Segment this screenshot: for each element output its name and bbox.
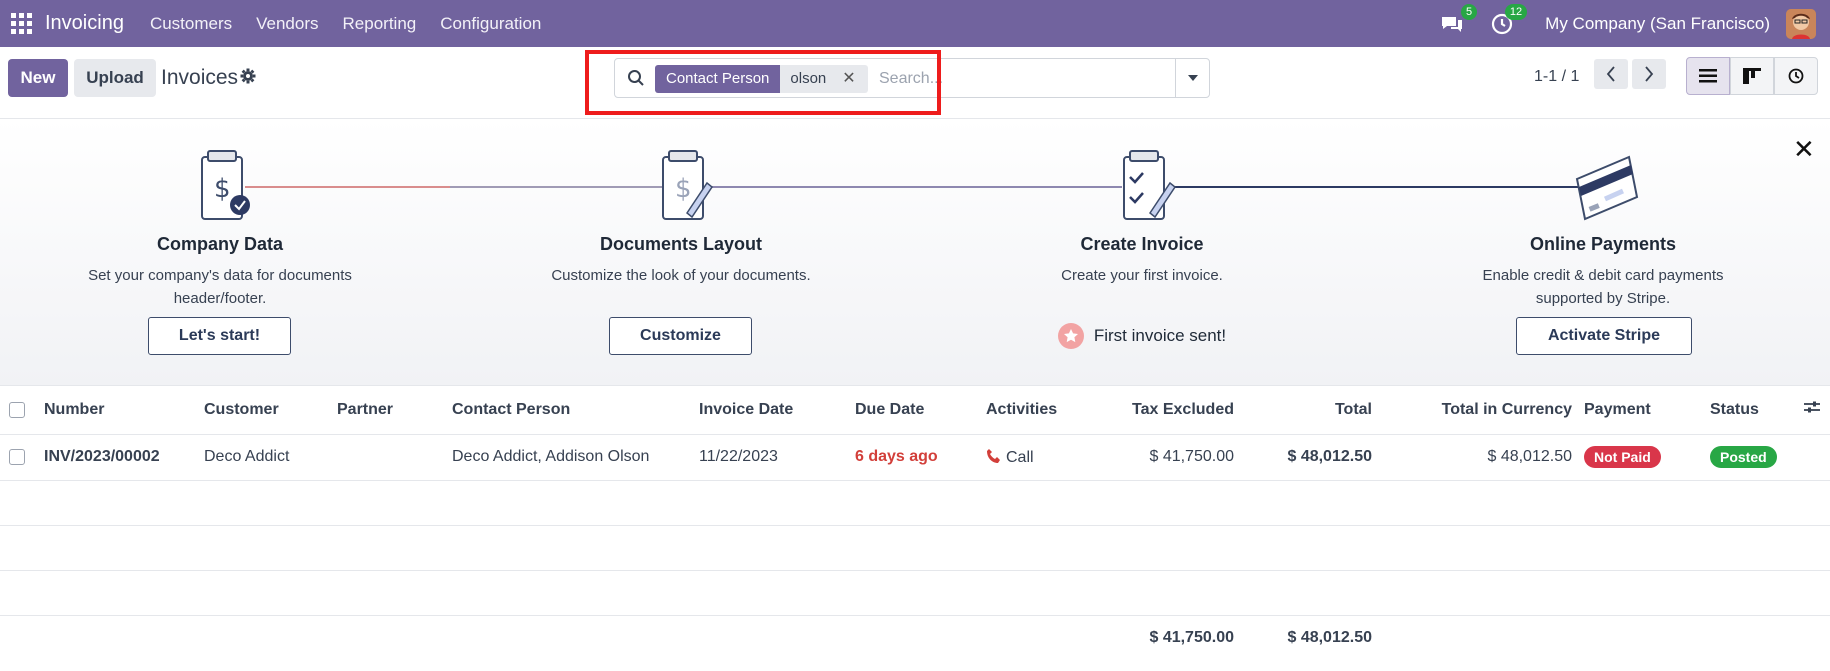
row-checkbox[interactable] [9,448,25,465]
progress-connector [245,186,450,188]
empty-row [0,525,1830,571]
messages-count-badge: 5 [1461,3,1478,20]
app-name[interactable]: Invoicing [45,12,124,35]
menu-reporting[interactable]: Reporting [343,14,417,34]
step-title: Online Payments [1529,234,1677,254]
cell-due-date: 6 days ago [849,434,980,481]
pager-value[interactable]: 1-1 / 1 [1534,68,1579,86]
cell-tax-excluded: $ 41,750.00 [1092,434,1240,481]
column-header-activities[interactable]: Activities [980,386,1092,435]
menu-vendors[interactable]: Vendors [256,14,318,34]
page-title: Invoices [161,66,239,89]
column-header-status[interactable]: Status [1704,386,1804,435]
progress-connector [450,186,667,188]
gear-icon[interactable] [240,68,256,89]
cell-status: Posted [1704,434,1804,481]
kanban-icon [1743,68,1761,84]
cell-total: $ 48,012.50 [1240,434,1378,481]
lets-start-button[interactable]: Let's start! [148,317,291,355]
company-switcher[interactable]: My Company (San Francisco) [1545,14,1770,34]
column-header-total-in-currency[interactable]: Total in Currency [1378,386,1578,435]
column-header-number[interactable]: Number [38,386,198,435]
step-description: Create your first invoice. [1061,267,1223,284]
progress-connector [710,186,1122,188]
column-header-partner[interactable]: Partner [331,386,446,435]
new-button[interactable]: New [8,59,68,97]
pager-previous-button[interactable] [1594,59,1628,89]
step-description: Set your company's data for documents he… [88,267,352,307]
optional-columns-toggle[interactable] [1804,386,1830,435]
cell-payment: Not Paid [1578,434,1704,481]
credit-card-illustration-icon [1575,155,1639,221]
invoice-list: Number Customer Partner Contact Person I… [0,386,1830,661]
step-description: Enable credit & debit card payments supp… [1482,267,1724,307]
pager-next-button[interactable] [1632,59,1666,89]
messages-icon[interactable]: 5 [1439,3,1478,37]
cell-customer: Deco Addict [198,434,331,481]
cell-activities[interactable]: Call [980,434,1092,481]
column-header-tax-excluded[interactable]: Tax Excluded [1092,386,1240,435]
customize-button[interactable]: Customize [609,317,752,355]
column-header-due-date[interactable]: Due Date [849,386,980,435]
table-header-row: Number Customer Partner Contact Person I… [0,386,1830,435]
user-avatar[interactable] [1786,8,1816,39]
table-row[interactable]: INV/2023/00002 Deco Addict Deco Addict, … [0,434,1830,481]
step-title: Company Data [156,234,284,254]
upload-button[interactable]: Upload [74,59,156,97]
star-icon [1057,323,1084,349]
kanban-view-button[interactable] [1730,57,1774,95]
select-all-checkbox[interactable] [9,401,25,418]
activity-label: Call [1006,448,1034,466]
svg-text:$: $ [214,174,231,204]
activities-clock-icon[interactable]: 12 [1489,3,1528,37]
app-menu-icon[interactable] [11,12,33,35]
cell-number: INV/2023/00002 [38,434,198,481]
search-options-toggle[interactable] [1175,59,1209,97]
caret-down-icon [1187,75,1198,81]
list-icon [1699,69,1717,83]
menu-customers[interactable]: Customers [150,14,232,34]
done-text: First invoice sent! [1093,326,1227,345]
step-title: Create Invoice [1080,234,1204,254]
cell-total-in-currency: $ 48,012.50 [1378,434,1578,481]
column-header-contact-person[interactable]: Contact Person [446,386,693,435]
step-done-indicator: First invoice sent! [922,323,1362,349]
column-header-invoice-date[interactable]: Invoice Date [693,386,849,435]
step-description: Customize the look of your documents. [551,267,811,284]
column-header-total[interactable]: Total [1240,386,1378,435]
chevron-left-icon [1606,66,1615,82]
documents-layout-illustration-icon: $ [662,150,714,220]
column-header-customer[interactable]: Customer [198,386,331,435]
payment-status-badge: Not Paid [1584,446,1661,468]
close-onboarding-icon[interactable]: ✕ [1793,134,1815,165]
phone-icon [987,448,1000,463]
totals-row: $ 41,750.00 $ 48,012.50 [0,615,1830,661]
activity-view-button[interactable] [1774,57,1818,95]
cell-partner [331,434,446,481]
progress-connector [1170,186,1578,188]
create-invoice-illustration-icon [1123,150,1177,220]
total-tax-excluded: $ 41,750.00 [1149,629,1234,647]
list-view-button[interactable] [1686,57,1730,95]
clock-icon [1788,68,1804,84]
control-panel: New Upload Invoices Contact Person olson… [0,47,1830,119]
menu-configuration[interactable]: Configuration [440,14,541,34]
activate-stripe-button[interactable]: Activate Stripe [1516,317,1692,355]
total-amount: $ 48,012.50 [1287,629,1372,647]
step-title: Documents Layout [599,234,763,254]
onboarding-panel: ✕ $ Company Data Set your company's data… [0,119,1830,386]
cell-contact-person: Deco Addict, Addison Olson [446,434,693,481]
empty-row [0,570,1830,616]
column-header-payment[interactable]: Payment [1578,386,1704,435]
top-navbar: Invoicing Customers Vendors Reporting Co… [0,0,1830,47]
svg-text:$: $ [675,174,692,204]
cell-invoice-date: 11/22/2023 [693,434,849,481]
empty-row [0,480,1830,526]
activities-count-badge: 12 [1504,3,1528,20]
highlight-box [585,50,941,115]
company-data-illustration-icon: $ [201,150,250,220]
sliders-icon [1804,401,1820,413]
chevron-right-icon [1645,66,1654,82]
status-badge: Posted [1710,446,1777,468]
